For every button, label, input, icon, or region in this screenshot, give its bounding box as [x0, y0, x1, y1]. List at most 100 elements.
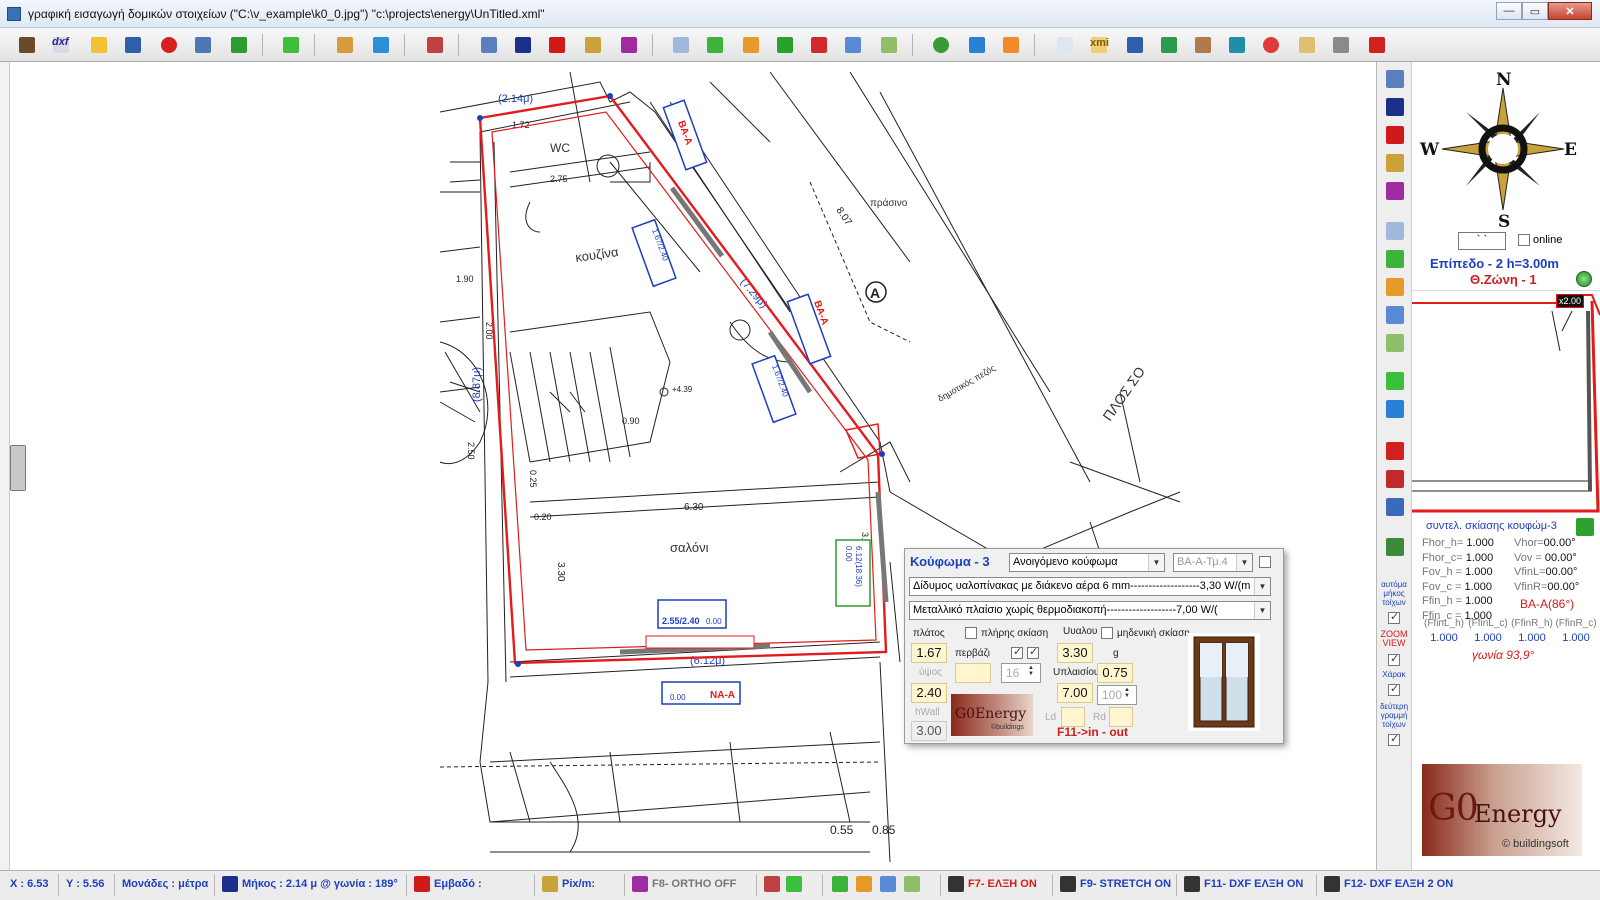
line-tool-icon[interactable] — [616, 32, 642, 58]
floor-plan[interactable]: A WC κουζίνα σαλόνι πράσινο ΠΛΟΣ ΣΟ δημο… — [10, 62, 1376, 870]
sill-depth-spinner[interactable]: 16 — [1001, 663, 1041, 683]
glazing-select[interactable]: Δίδυμος υαλοπίνακας με διάκενο αέρα 6 mm… — [909, 577, 1271, 596]
delete-element-icon[interactable] — [806, 32, 832, 58]
building-icon[interactable] — [1190, 32, 1216, 58]
maximize-icon[interactable]: ▭ — [1522, 2, 1548, 20]
dxf-snap-icon — [1184, 876, 1200, 892]
status-f9-stretch[interactable]: F9- STRETCH ON — [1080, 878, 1171, 890]
insert-element-icon[interactable] — [738, 32, 764, 58]
full-shade-checkbox[interactable] — [965, 627, 977, 639]
check-icon[interactable] — [786, 876, 802, 892]
wall-draw-icon[interactable] — [476, 32, 502, 58]
sill-checkbox-2[interactable] — [1027, 645, 1039, 659]
globe-icon[interactable] — [928, 32, 954, 58]
check-icon[interactable] — [1382, 368, 1408, 394]
sill-checkbox-1[interactable] — [1011, 645, 1023, 659]
height-field[interactable]: 2.40 — [911, 683, 947, 703]
target-icon[interactable] — [1258, 32, 1284, 58]
swap-arrows-icon[interactable] — [368, 32, 394, 58]
grid-icon[interactable] — [1382, 466, 1408, 492]
shading-export-icon[interactable] — [1576, 518, 1594, 536]
online-checkbox[interactable] — [1518, 234, 1530, 246]
split-wall-icon[interactable] — [1382, 302, 1408, 328]
save-blue-icon[interactable] — [1122, 32, 1148, 58]
arrow-down-icon[interactable] — [226, 32, 252, 58]
tools-icon[interactable] — [764, 876, 780, 892]
left-panel-grip[interactable] — [10, 445, 26, 491]
width-field[interactable]: 1.67 — [911, 643, 947, 663]
zero-shade-checkbox[interactable] — [1101, 627, 1113, 639]
refresh-element-icon[interactable] — [904, 876, 920, 892]
rd-field[interactable] — [1109, 707, 1133, 727]
chevron-down-icon: ▼ — [1254, 578, 1270, 595]
status-f11-dxf-snap[interactable]: F11- DXF ΕΛΞΗ ON — [1204, 878, 1303, 890]
status-f12-dxf-snap2[interactable]: F12- DXF ΕΛΞΗ 2 ON — [1344, 878, 1453, 890]
layers-icon[interactable] — [190, 32, 216, 58]
sill-value-field[interactable] — [955, 663, 991, 683]
split-wall-icon[interactable] — [840, 32, 866, 58]
drawing-canvas[interactable]: A WC κουζίνα σαλόνι πράσινο ΠΛΟΣ ΣΟ δημο… — [10, 62, 1376, 870]
status-f8-ortho[interactable]: F8- ORTHO OFF — [652, 878, 736, 890]
hwall-field[interactable]: 3.00 — [911, 721, 947, 741]
insert-element-icon[interactable] — [856, 876, 872, 892]
arrow-up-icon[interactable] — [964, 32, 990, 58]
arrow-up-icon[interactable] — [1382, 396, 1408, 422]
ld-field[interactable] — [1061, 707, 1085, 727]
refresh-element-icon[interactable] — [1382, 330, 1408, 356]
save-green-icon[interactable] — [1156, 32, 1182, 58]
dialog-option-checkbox[interactable] — [1259, 556, 1271, 568]
house-export-icon[interactable] — [332, 32, 358, 58]
minimap[interactable] — [1412, 290, 1600, 517]
zoom-view-checkbox[interactable] — [1388, 652, 1400, 666]
calculator-icon[interactable] — [1328, 32, 1354, 58]
add-element-icon[interactable] — [1382, 246, 1408, 272]
scroll-icon[interactable] — [1224, 32, 1250, 58]
add-element-icon[interactable] — [832, 876, 848, 892]
online-toggle[interactable]: online — [1518, 234, 1562, 246]
auto-wall-length-checkbox[interactable] — [1388, 610, 1400, 624]
refresh-element-icon[interactable] — [876, 32, 902, 58]
ruler-checkbox[interactable] — [1388, 682, 1400, 696]
move-icon[interactable] — [1382, 494, 1408, 520]
line-tool-icon[interactable] — [1382, 178, 1408, 204]
online-value-field[interactable]: ` ` — [1458, 232, 1506, 250]
pencil-area-icon[interactable] — [580, 32, 606, 58]
uframe-field[interactable]: 7.00 — [1057, 683, 1093, 703]
add-element-icon[interactable] — [702, 32, 728, 58]
pdf-icon[interactable] — [1364, 32, 1390, 58]
wall-segment-select[interactable]: BA-A-Τμ.4 ▼ — [1173, 553, 1253, 572]
edit-pencil-icon[interactable] — [14, 32, 40, 58]
opening-type-select[interactable]: Ανοιγόμενο κούφωμα ▼ — [1009, 553, 1165, 572]
frame-select[interactable]: Μεταλλικό πλαίσιο χωρίς θερμοδιακοπή----… — [909, 601, 1271, 620]
exit-icon[interactable] — [1382, 438, 1408, 464]
tools-icon[interactable] — [422, 32, 448, 58]
download-icon[interactable] — [1382, 534, 1408, 560]
cancel-icon[interactable] — [156, 32, 182, 58]
arrow-right-icon[interactable] — [998, 32, 1024, 58]
red-area-icon[interactable] — [544, 32, 570, 58]
frame-percent-spinner[interactable]: 100 — [1097, 685, 1137, 705]
status-f7-snap[interactable]: F7- ΕΛΞΗ ON — [968, 878, 1037, 890]
copy-page-icon[interactable] — [668, 32, 694, 58]
minimize-icon[interactable]: — — [1496, 2, 1522, 20]
pencil-area-icon[interactable] — [1382, 150, 1408, 176]
copy-page-icon[interactable] — [1382, 218, 1408, 244]
new-file-icon[interactable] — [1052, 32, 1078, 58]
split-wall-icon[interactable] — [880, 876, 896, 892]
g-field[interactable]: 0.75 — [1097, 663, 1133, 683]
uglass-field[interactable]: 3.30 — [1057, 643, 1093, 663]
measure-line-icon[interactable] — [1382, 94, 1408, 120]
undo-icon[interactable] — [772, 32, 798, 58]
status-x: X : 6.53 — [10, 878, 49, 890]
measure-line-icon[interactable] — [510, 32, 536, 58]
insert-element-icon[interactable] — [1382, 274, 1408, 300]
open-folder-icon[interactable] — [86, 32, 112, 58]
save-icon[interactable] — [120, 32, 146, 58]
wall-draw-icon[interactable] — [1382, 66, 1408, 92]
red-area-icon[interactable] — [1382, 122, 1408, 148]
second-wall-line-checkbox[interactable] — [1388, 732, 1400, 746]
clipboard-icon[interactable] — [1294, 32, 1320, 58]
close-icon[interactable]: ✕ — [1548, 2, 1592, 20]
zone-status-icon[interactable] — [1576, 271, 1592, 287]
check-icon[interactable] — [278, 32, 304, 58]
